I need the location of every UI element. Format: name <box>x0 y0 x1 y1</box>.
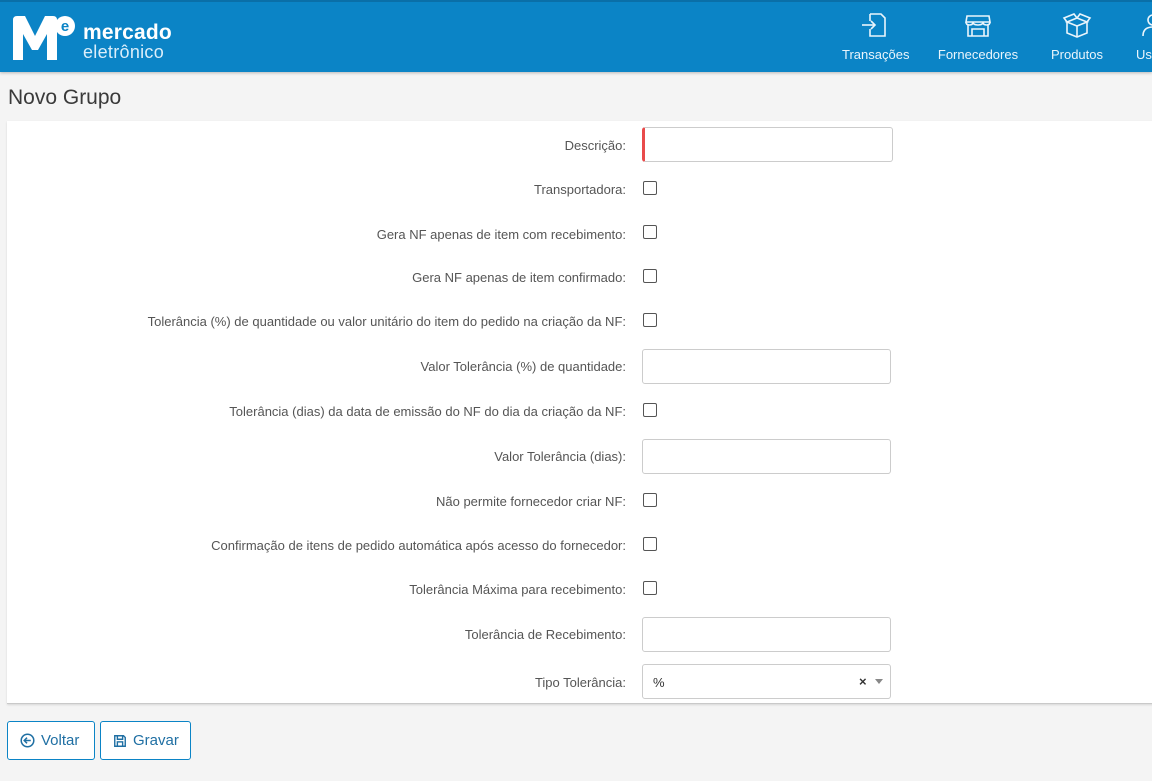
tolerancia-maxima-checkbox[interactable] <box>643 581 657 595</box>
tolerancia-recebimento-label: Tolerância de Recebimento: <box>464 627 626 642</box>
nav-label-transacoes: Transações <box>842 47 910 62</box>
me-logo-icon: e <box>13 16 75 60</box>
transportadora-label: Transportadora: <box>533 182 626 197</box>
transactions-icon <box>862 13 886 37</box>
nav-fornecedores[interactable]: Fornecedores <box>937 10 1019 66</box>
descricao-label: Descrição: <box>564 138 626 153</box>
gera-nf-confirmado-label: Gera NF apenas de item confirmado: <box>412 270 626 285</box>
floppy-disk-icon <box>114 734 126 747</box>
nao-permite-fornecedor-label: Não permite fornecedor criar NF: <box>435 494 626 509</box>
gera-nf-recebimento-label: Gera NF apenas de item com recebimento: <box>376 227 626 242</box>
tipo-tolerancia-selected-value: % <box>653 675 665 690</box>
confirmacao-automatica-label: Confirmação de itens de pedido automátic… <box>211 538 626 553</box>
logo-text-mercado: mercado <box>83 21 172 44</box>
tolerancia-quantidade-label: Tolerância (%) de quantidade ou valor un… <box>147 314 626 329</box>
descricao-input[interactable] <box>642 127 893 162</box>
nao-permite-fornecedor-checkbox[interactable] <box>643 493 657 507</box>
gera-nf-recebimento-checkbox[interactable] <box>643 225 657 239</box>
valor-tolerancia-dias-input[interactable] <box>642 439 891 474</box>
tolerancia-quantidade-checkbox[interactable] <box>643 313 657 327</box>
user-icon <box>1142 14 1152 37</box>
gera-nf-confirmado-checkbox[interactable] <box>643 269 657 283</box>
tolerancia-dias-label: Tolerância (dias) da data de emissão do … <box>229 404 626 419</box>
confirmacao-automatica-checkbox[interactable] <box>643 537 657 551</box>
top-navbar: e mercado eletrônico Transações Forneced… <box>0 0 1152 72</box>
voltar-button-label: Voltar <box>41 732 80 749</box>
logo-text-eletronico: eletrônico <box>83 42 165 62</box>
svg-text:e: e <box>61 18 69 35</box>
gravar-button-label: Gravar <box>133 732 179 749</box>
nav-label-fornecedores: Fornecedores <box>937 47 1019 62</box>
valor-tolerancia-quantidade-label: Valor Tolerância (%) de quantidade: <box>420 359 626 374</box>
page-title: Novo Grupo <box>8 86 122 109</box>
valor-tolerancia-dias-label: Valor Tolerância (dias): <box>494 449 626 464</box>
nav-label-usuarios: Usu <box>1136 47 1152 62</box>
clear-selection-icon[interactable]: × <box>859 674 867 689</box>
nav-usuarios[interactable]: Usu <box>1134 10 1152 66</box>
box-icon <box>1062 13 1092 38</box>
nav-produtos[interactable]: Produtos <box>1046 10 1108 66</box>
nav-label-produtos: Produtos <box>1050 47 1104 62</box>
tipo-tolerancia-label: Tipo Tolerância: <box>534 675 626 690</box>
transportadora-checkbox[interactable] <box>643 181 657 195</box>
tolerancia-dias-checkbox[interactable] <box>643 403 657 417</box>
nav-transacoes[interactable]: Transações <box>842 10 910 66</box>
tolerancia-maxima-label: Tolerância Máxima para recebimento: <box>409 582 626 597</box>
dropdown-arrow-icon[interactable] <box>875 679 883 684</box>
tipo-tolerancia-select[interactable]: % × <box>642 664 891 699</box>
valor-tolerancia-quantidade-input[interactable] <box>642 349 891 384</box>
arrow-circle-left-icon <box>20 733 35 748</box>
gravar-button[interactable]: Gravar <box>100 721 191 760</box>
mercado-eletronico-logo[interactable]: e mercado eletrônico <box>13 14 183 62</box>
store-icon <box>965 15 991 37</box>
tolerancia-recebimento-input[interactable] <box>642 617 891 652</box>
voltar-button[interactable]: Voltar <box>7 721 95 760</box>
